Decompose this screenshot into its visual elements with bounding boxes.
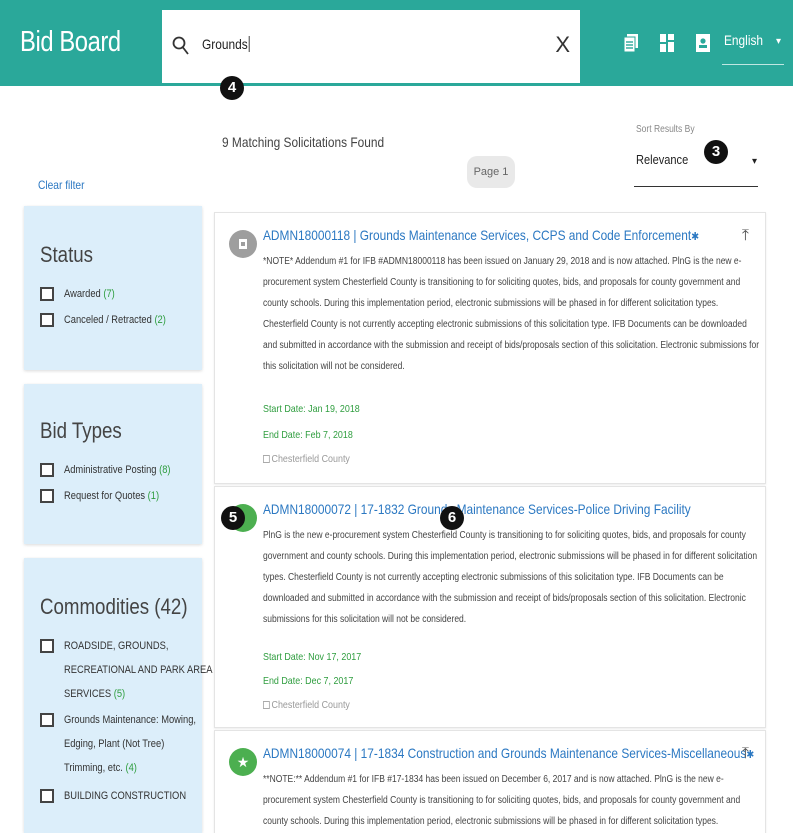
commodities-filter-panel: Commodities (42) ROADSIDE, GROUNDS, RECR…	[24, 558, 212, 833]
language-select[interactable]: English	[724, 32, 763, 48]
end-date: End Date: Dec 7, 2017	[263, 675, 354, 687]
top-header: Bid Board Grounds X English ▾	[0, 0, 793, 86]
sort-underline	[634, 186, 758, 187]
solicitation-card[interactable]: ADMN18000118 | Grounds Maintenance Servi…	[214, 212, 766, 484]
results-count: 9 Matching Solicitations Found	[222, 134, 385, 150]
chevron-down-icon[interactable]: ▾	[776, 36, 781, 47]
clear-filter-link[interactable]: Clear filter	[38, 178, 84, 192]
sort-label: Sort Results By	[636, 124, 695, 135]
status-filter-panel: Status Awarded (7) Canceled / Retracted …	[24, 206, 202, 370]
panel-title: Status	[40, 242, 94, 267]
checkbox[interactable]	[40, 639, 54, 653]
start-date: Start Date: Jan 19, 2018	[263, 403, 360, 415]
annotation-marker-4: 4	[220, 76, 244, 100]
building-icon	[263, 455, 270, 463]
agency-label: Chesterfield County	[263, 453, 350, 465]
solicitation-description: PlnG is the new e-procurement system Che…	[263, 530, 758, 625]
checkbox[interactable]	[40, 789, 54, 803]
person-icon[interactable]	[696, 34, 710, 52]
bid-types-filter-panel: Bid Types Administrative Posting (8) Req…	[24, 384, 202, 544]
clear-search-button[interactable]: X	[555, 32, 570, 58]
brand-title[interactable]: Bid Board	[20, 26, 121, 59]
annotation-marker-5: 5	[221, 506, 245, 530]
share-icon[interactable]: ⤒	[742, 227, 749, 245]
annotation-marker-3: 3	[704, 140, 728, 164]
solicitation-card[interactable]: ADMN18000072 | 17-1832 Grounds Maintenan…	[214, 486, 766, 728]
annotation-marker-6: 6	[440, 506, 464, 530]
solicitation-description: **NOTE:** Addendum #1 for IFB #17-1834 h…	[263, 774, 741, 827]
search-input[interactable]: Grounds	[202, 36, 250, 52]
checkbox[interactable]	[40, 713, 54, 727]
solicitation-title-link[interactable]: ADMN18000118 | Grounds Maintenance Servi…	[263, 227, 699, 243]
panel-title: Bid Types	[40, 418, 122, 443]
building-icon	[263, 701, 270, 709]
page-indicator[interactable]: Page 1	[467, 156, 515, 188]
solicitation-title-link[interactable]: ADMN18000074 | 17-1834 Construction and …	[263, 745, 754, 761]
document-icon[interactable]	[624, 34, 638, 52]
agency-label: Chesterfield County	[263, 699, 350, 711]
checkbox[interactable]	[40, 463, 54, 477]
document-status-icon	[239, 239, 247, 249]
solicitation-card[interactable]: ★ ADMN18000074 | 17-1834 Construction an…	[214, 730, 766, 833]
language-underline	[722, 64, 784, 65]
checkbox[interactable]	[40, 287, 54, 301]
star-icon: ★	[229, 748, 257, 776]
search-icon	[172, 36, 189, 55]
chevron-down-icon[interactable]: ▾	[752, 156, 757, 167]
start-date: Start Date: Nov 17, 2017	[263, 651, 362, 663]
sort-select[interactable]: Relevance	[636, 152, 688, 167]
panel-title: Commodities (42)	[40, 594, 188, 619]
share-icon[interactable]: ⤒	[742, 745, 749, 763]
end-date: End Date: Feb 7, 2018	[263, 429, 353, 441]
solicitation-description: *NOTE* Addendum #1 for IFB #ADMN18000118…	[263, 256, 760, 372]
solicitation-title-link[interactable]: ADMN18000072 | 17-1832 Grounds Maintenan…	[263, 501, 691, 517]
checkbox[interactable]	[40, 313, 54, 327]
status-avatar	[229, 230, 257, 258]
checkbox[interactable]	[40, 489, 54, 503]
search-box[interactable]: Grounds X	[162, 10, 580, 86]
grid-icon[interactable]	[660, 34, 674, 52]
